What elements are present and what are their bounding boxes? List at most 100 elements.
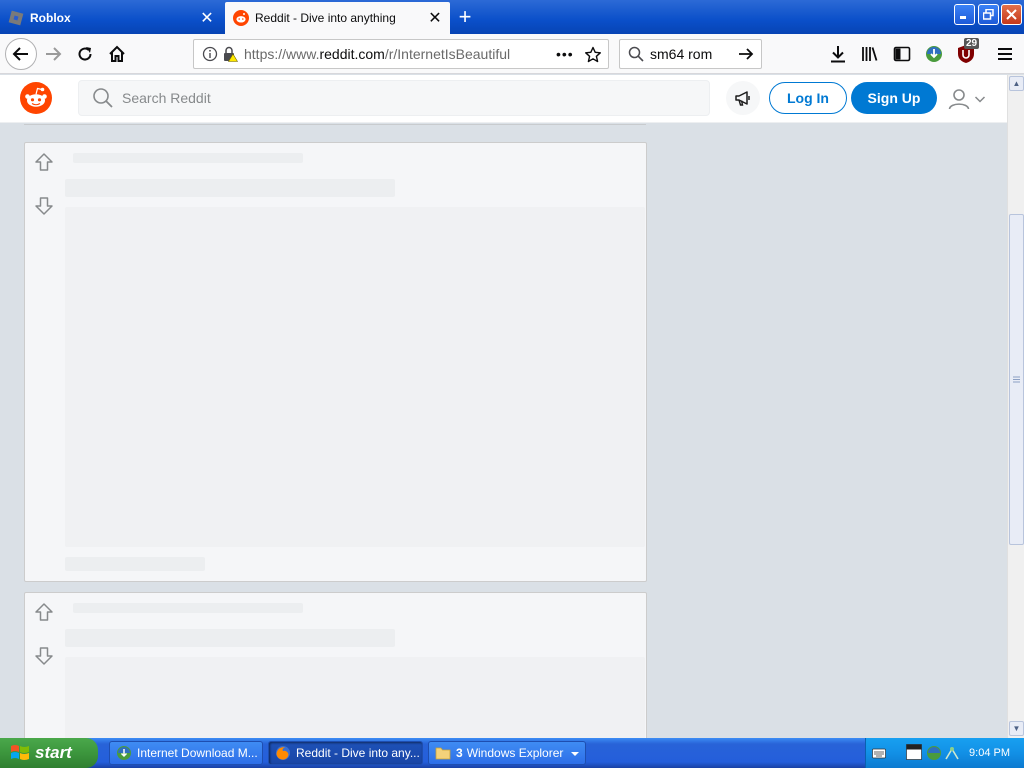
- tab-reddit[interactable]: Reddit - Dive into anything ✕: [225, 2, 450, 34]
- chevron-down-icon: [571, 752, 579, 756]
- forward-button[interactable]: [37, 38, 69, 70]
- downvote-button[interactable]: [33, 195, 55, 217]
- firefox-icon: [276, 746, 290, 760]
- idm-icon[interactable]: [926, 745, 942, 761]
- upvote-icon: [35, 603, 53, 621]
- restore-button[interactable]: [978, 4, 999, 25]
- insecure-lock-icon[interactable]: [222, 46, 238, 62]
- taskbar-group-count: 3: [456, 746, 463, 760]
- window-close-button[interactable]: [1001, 4, 1022, 25]
- downloads-button[interactable]: [826, 42, 850, 66]
- taskbar-item-label: Internet Download M...: [137, 746, 258, 760]
- arrow-left-icon: [12, 47, 28, 61]
- advertise-button[interactable]: [726, 81, 760, 115]
- skeleton-title: [65, 179, 395, 197]
- windows-taskbar: start Internet Download M... Reddit - Di…: [0, 738, 1024, 768]
- taskbar-item-firefox[interactable]: Reddit - Dive into any...: [268, 741, 423, 765]
- reddit-logo-icon[interactable]: [20, 82, 52, 114]
- new-tab-button[interactable]: +: [452, 4, 478, 29]
- minimize-button[interactable]: [954, 4, 975, 25]
- tab-roblox[interactable]: Roblox ✕: [0, 3, 222, 32]
- sidebar-icon: [893, 46, 911, 62]
- search-icon: [628, 46, 644, 62]
- idm-icon: [926, 46, 942, 62]
- grip-icon: [1013, 376, 1020, 383]
- menu-button[interactable]: [993, 42, 1017, 66]
- calendar-icon[interactable]: [906, 744, 922, 760]
- roblox-icon: [8, 10, 24, 25]
- windows-flag-icon: [11, 745, 29, 760]
- addon-badge: 29: [964, 38, 980, 49]
- address-bar[interactable]: https://www.reddit.com/r/InternetIsBeaut…: [193, 39, 609, 69]
- sign-up-button[interactable]: Sign Up: [851, 82, 937, 114]
- reddit-search-input[interactable]: Search Reddit: [78, 80, 710, 116]
- scroll-down-button[interactable]: ▼: [1009, 721, 1024, 736]
- url-path: /r/InternetIsBeautiful: [384, 46, 511, 62]
- close-tab-icon[interactable]: ✕: [424, 7, 446, 29]
- scroll-up-button[interactable]: ▲: [1009, 76, 1024, 91]
- keyboard-icon[interactable]: [872, 748, 886, 760]
- reload-button[interactable]: [69, 38, 101, 70]
- url-host: reddit.com: [319, 46, 385, 62]
- minimize-icon: [960, 16, 966, 19]
- skeleton-title: [65, 629, 395, 647]
- downvote-button[interactable]: [33, 645, 55, 667]
- folder-icon: [435, 747, 451, 760]
- skeleton-media: [65, 207, 645, 547]
- search-bar[interactable]: sm64 rom: [619, 39, 762, 69]
- skeleton-line: [73, 603, 303, 613]
- upvote-button[interactable]: [33, 151, 55, 173]
- upvote-button[interactable]: [33, 601, 55, 623]
- scrollbar-thumb[interactable]: [1009, 214, 1024, 545]
- taskbar-clock[interactable]: 9:04 PM: [969, 747, 1010, 759]
- idm-extension-button[interactable]: [922, 42, 946, 66]
- skeleton-footer: [65, 557, 205, 571]
- upvote-icon: [35, 153, 53, 171]
- page-actions-icon[interactable]: •••: [556, 46, 574, 62]
- downvote-icon: [35, 647, 53, 665]
- home-icon: [109, 45, 125, 62]
- home-button[interactable]: [101, 38, 133, 70]
- arrow-right-icon: [46, 47, 62, 61]
- search-input[interactable]: sm64 rom: [650, 46, 737, 62]
- megaphone-icon: [735, 91, 750, 106]
- reload-icon: [78, 47, 92, 61]
- idm-icon: [117, 746, 131, 760]
- feed: [0, 124, 1007, 738]
- taskbar-item-idm[interactable]: Internet Download M...: [109, 741, 263, 765]
- taskbar-item-label: Windows Explorer: [466, 746, 564, 760]
- library-icon: [862, 47, 878, 61]
- post-placeholder[interactable]: [24, 592, 647, 738]
- url-text: https://www.reddit.com/r/InternetIsBeaut…: [244, 46, 510, 62]
- close-icon: [1006, 9, 1017, 20]
- url-prefix: https://www.: [244, 46, 320, 62]
- skeleton-line: [73, 153, 303, 163]
- taskbar-item-explorer[interactable]: 3 Windows Explorer: [428, 741, 586, 765]
- vertical-scrollbar[interactable]: ▲ ▼: [1007, 75, 1024, 738]
- tab-title: Reddit - Dive into anything: [255, 11, 396, 25]
- log-in-button[interactable]: Log In: [769, 82, 847, 114]
- skeleton-media: [65, 657, 645, 738]
- restore-icon: [983, 9, 994, 20]
- back-button[interactable]: [5, 38, 37, 70]
- search-go-icon[interactable]: [737, 45, 755, 63]
- download-icon: [831, 46, 845, 63]
- browser-tab-strip: Roblox ✕ Reddit - Dive into anything ✕ +: [0, 0, 1024, 34]
- library-button[interactable]: [858, 42, 882, 66]
- divider: [24, 124, 646, 125]
- chevron-down-icon: [974, 96, 986, 103]
- network-icon[interactable]: [944, 745, 960, 761]
- downvote-icon: [35, 197, 53, 215]
- search-placeholder: Search Reddit: [122, 90, 211, 106]
- hamburger-menu-icon: [998, 48, 1012, 60]
- start-button[interactable]: start: [0, 738, 98, 768]
- info-icon[interactable]: [202, 46, 218, 62]
- bookmark-star-icon[interactable]: [584, 46, 602, 64]
- sidebar-button[interactable]: [890, 42, 914, 66]
- reddit-header: Search Reddit Log In Sign Up: [0, 75, 1007, 123]
- search-icon: [93, 88, 113, 108]
- user-dropdown[interactable]: [947, 85, 991, 113]
- user-icon: [948, 89, 970, 110]
- post-placeholder[interactable]: [24, 142, 647, 582]
- close-tab-icon[interactable]: ✕: [196, 7, 218, 29]
